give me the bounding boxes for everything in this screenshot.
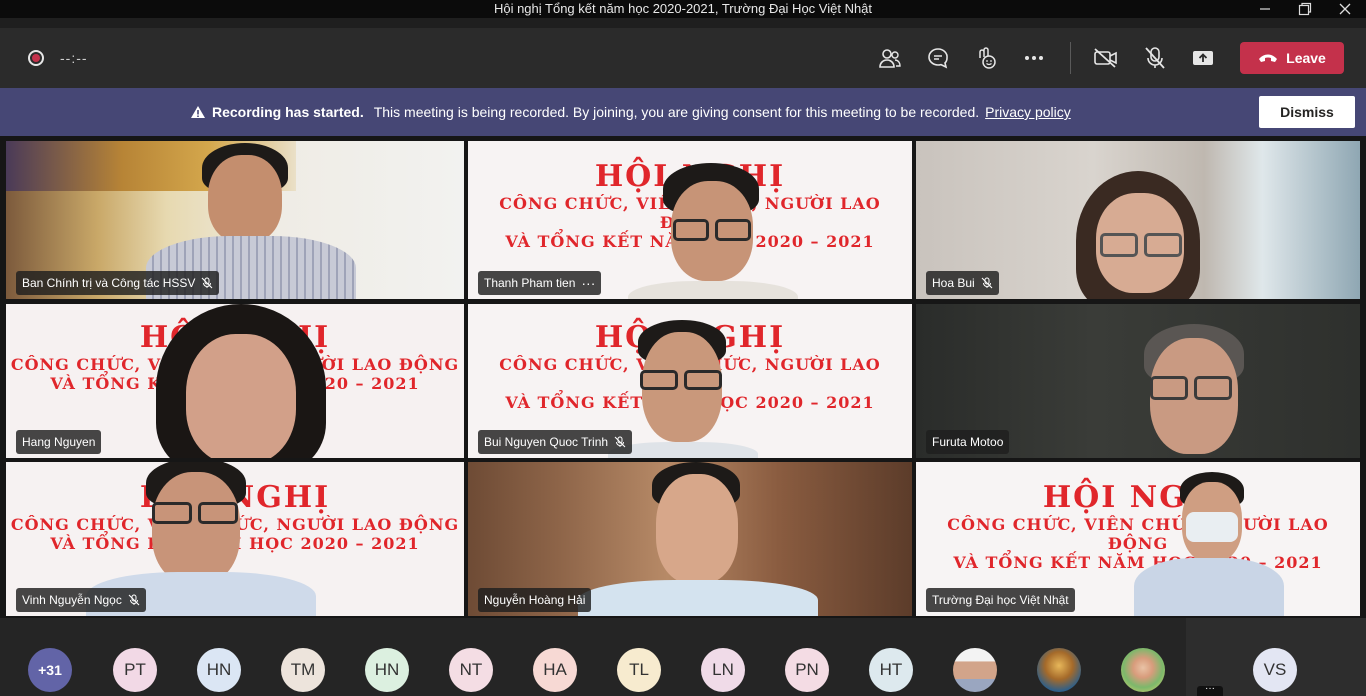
participant-avatar[interactable]: HN [197,648,241,692]
mic-off-icon [981,277,993,289]
participant-name: Hoa Bui [932,276,975,290]
video-tile[interactable]: HỘI NGHỊ CÔNG CHỨC, VIÊN CHỨC, NGƯỜI LAO… [6,462,464,616]
participant-name-label: Vinh Nguyễn Ngọc [16,588,146,612]
more-options-icon[interactable]: ··· [1197,684,1223,696]
poster-line-2: CÔNG CHỨC, VIÊN CHỨC, NGƯỜI LAO ĐỘNG [947,515,1329,553]
participant-avatar[interactable]: HT [869,648,913,692]
participants-icon[interactable] [876,44,904,72]
face-mask [1186,512,1238,542]
participant-avatar[interactable]: NT [449,648,493,692]
video-tile[interactable]: HỘI NGHỊ CÔNG CHỨC, VIÊN CHỨC, NGƯỜI LAO… [6,304,464,458]
participant-name: Ban Chính trị và Công tác HSSV [22,276,196,290]
participant-name-label: Ban Chính trị và Công tác HSSV [16,271,220,295]
mic-off-icon [614,436,626,448]
self-avatar[interactable]: VS [1253,648,1297,692]
participant-name-label: Trường Đại học Việt Nhật [926,588,1075,612]
participant-name: Bui Nguyen Quoc Trinh [484,435,609,449]
banner-title: Recording has started. [212,104,364,120]
hang-up-icon [1259,54,1278,62]
mic-off-icon[interactable] [1141,44,1169,72]
participant-name-label: Hang Nguyen [16,430,102,454]
recording-banner: Recording has started. This meeting is b… [0,88,1366,136]
participant-roster: +31 PT HN TM HN NT HA TL LN PN HT VS [0,618,1366,696]
leave-button[interactable]: Leave [1240,42,1344,74]
video-tile[interactable]: Furuta Motoo [916,304,1360,458]
window-title: Hội nghị Tổng kết năm học 2020-2021, Trư… [493,1,873,16]
participant-avatar[interactable]: LN [701,648,745,692]
participant-name: Nguyễn Hoàng Hải [484,593,586,607]
participant-avatar[interactable]: TM [281,648,325,692]
banner-message: This meeting is being recorded. By joini… [373,104,980,120]
participant-name-label: Nguyễn Hoàng Hải [478,588,592,612]
mic-off-icon [202,277,213,289]
warning-icon [191,106,205,118]
participant-name-label: Thanh Pham tien ··· [478,271,602,295]
participant-avatar[interactable]: PT [113,648,157,692]
more-options-icon[interactable]: ··· [581,276,595,290]
participant-name: Vinh Nguyễn Ngọc [22,593,122,607]
participant-name: Trường Đại học Việt Nhật [932,593,1069,607]
close-icon[interactable] [1328,0,1362,18]
participant-name: Thanh Pham tien [484,276,576,290]
mic-off-icon [128,594,140,606]
leave-label: Leave [1286,50,1326,66]
participant-photo-avatar[interactable] [1121,648,1165,692]
restore-icon[interactable] [1288,0,1322,18]
participant-avatar[interactable]: TL [617,648,661,692]
toolbar-divider [1070,42,1071,74]
more-options-icon[interactable] [1020,44,1048,72]
dismiss-button[interactable]: Dismiss [1259,96,1355,128]
video-tile[interactable]: HỘI NGHỊ CÔNG CHỨC, VIÊN CHỨC, NGƯỜI LAO… [468,304,912,458]
share-screen-icon[interactable] [1189,44,1217,72]
camera-off-icon[interactable] [1092,44,1120,72]
video-tile[interactable]: Hoa Bui [916,141,1360,299]
video-tile[interactable]: HỘI NGHỊ CÔNG CHỨC, VIÊN CHỨC, NGƯỜI LAO… [468,141,912,299]
privacy-policy-link[interactable]: Privacy policy [985,104,1071,120]
participant-photo-avatar[interactable] [953,648,997,692]
title-bar: Hội nghị Tổng kết năm học 2020-2021, Trư… [0,0,1366,18]
participant-name-label: Furuta Motoo [926,430,1010,454]
video-tile[interactable]: Ban Chính trị và Công tác HSSV [6,141,464,299]
video-grid: Ban Chính trị và Công tác HSSV HỘI NGHỊ … [0,136,1366,618]
participant-avatar[interactable]: HN [365,648,409,692]
recording-indicator-icon [28,50,44,66]
video-tile[interactable]: HỘI NGHỊ CÔNG CHỨC, VIÊN CHỨC, NGƯỜI LAO… [916,462,1360,616]
participant-photo-avatar[interactable] [1037,648,1081,692]
participant-name-label: Bui Nguyen Quoc Trinh [478,430,633,454]
participant-name: Hang Nguyen [22,435,96,449]
poster-line-1: HỘI NGHỊ [1042,480,1234,515]
participant-avatar[interactable]: PN [785,648,829,692]
chat-icon[interactable] [924,44,952,72]
participant-name-label: Hoa Bui [926,271,999,295]
participant-name: Furuta Motoo [932,435,1004,449]
participant-avatar[interactable]: HA [533,648,577,692]
meeting-timer: --:-- [60,50,88,66]
meeting-toolbar: --:-- Leave [0,28,1366,88]
reactions-icon[interactable] [972,44,1000,72]
poster-line-3: VÀ TỔNG KẾT NĂM HỌC 2020 – 2021 [953,553,1323,572]
minimize-icon[interactable] [1248,0,1282,18]
video-tile[interactable]: Nguyễn Hoàng Hải [468,462,912,616]
overflow-count-avatar[interactable]: +31 [28,648,72,692]
